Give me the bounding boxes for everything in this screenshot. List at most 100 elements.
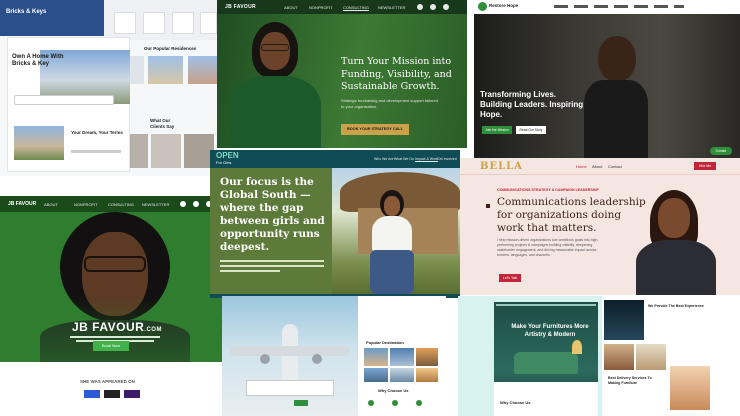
- hero-headline: Communications leadership for organizati…: [497, 196, 646, 234]
- glasses-icon: [261, 44, 289, 51]
- tagline-line: [70, 336, 160, 338]
- portrait-face: [260, 32, 290, 70]
- nav-divider: [460, 174, 740, 175]
- logo-mark[interactable]: [478, 2, 487, 11]
- hero-body: I help mission-driven organizations turn…: [497, 238, 599, 257]
- hero-title: Own A Home With Bricks & Key: [12, 54, 64, 67]
- brand-name: Bricks & Keys: [6, 9, 47, 15]
- dream-title: Your Dream, Your Terms: [71, 130, 123, 135]
- nav-links: [554, 5, 684, 8]
- hero-headline: Make Your Furnitures More Artistry & Mod…: [511, 324, 589, 338]
- body-line: [220, 270, 280, 272]
- tile-real-estate: Bricks & Keys Own A Home With Bricks & K…: [0, 0, 217, 176]
- feature-icon: [416, 400, 422, 406]
- search-button[interactable]: [294, 400, 308, 406]
- nav-nonprofit[interactable]: NONPROFIT: [74, 202, 98, 207]
- listing-card[interactable]: [130, 56, 144, 84]
- card[interactable]: [200, 12, 217, 34]
- nav-impact[interactable]: Impact & Work: [415, 157, 438, 161]
- social-icon[interactable]: [430, 4, 436, 10]
- press-logo: [104, 390, 120, 398]
- body-line: [220, 260, 324, 262]
- brand-name[interactable]: Restore Hope: [489, 3, 518, 8]
- logo[interactable]: BELLA: [480, 161, 523, 172]
- social-icon[interactable]: [180, 201, 186, 207]
- logo[interactable]: JB FAVOUR: [225, 4, 256, 10]
- glasses-icon: [84, 256, 146, 272]
- card[interactable]: [172, 12, 194, 34]
- destination-card[interactable]: [416, 348, 438, 366]
- book-now-button[interactable]: Book Now: [93, 341, 129, 351]
- press-logo: [124, 390, 140, 398]
- why-choose-title: Why Choose Us: [378, 388, 409, 393]
- section-title: Popular Destination: [366, 340, 404, 345]
- search-bar[interactable]: [14, 95, 114, 105]
- hire-me-button[interactable]: Hire Me: [694, 162, 716, 170]
- card[interactable]: [143, 12, 165, 34]
- press-logo: [84, 390, 100, 398]
- join-mission-button[interactable]: Join the Mission: [482, 126, 512, 134]
- nav-home[interactable]: Home: [576, 164, 587, 169]
- nav-newsletter[interactable]: NEWSLETTER: [378, 5, 405, 10]
- nav-about[interactable]: About: [592, 164, 602, 169]
- nav-what-we-do[interactable]: What We Do: [394, 157, 414, 161]
- hero-headline: Transforming Lives. Building Leaders. In…: [480, 90, 584, 119]
- destination-card[interactable]: [364, 368, 388, 382]
- tile-consulting-hero: JB FAVOUR ABOUT NONPROFIT CONSULTING NEW…: [217, 0, 467, 148]
- listing-card[interactable]: [188, 56, 217, 84]
- portrait-figure: [225, 20, 325, 148]
- book-strategy-button[interactable]: BOOK YOUR STRATEGY CALL: [341, 124, 409, 135]
- portrait-suit: [229, 76, 321, 148]
- site-title-suffix: .COM: [144, 327, 162, 333]
- destination-card[interactable]: [416, 368, 438, 382]
- tile-personal-brand: JB FAVOUR ABOUT NONPROFIT CONSULTING NEW…: [0, 196, 222, 416]
- side-image: [636, 344, 666, 370]
- destination-card[interactable]: [390, 348, 414, 366]
- side-title: We Provide The Best Experience: [648, 304, 704, 308]
- logo-sub[interactable]: For Girls: [216, 160, 231, 165]
- nav-contact[interactable]: Contact: [608, 164, 622, 169]
- social-icon[interactable]: [417, 4, 423, 10]
- logo-main[interactable]: OPEN: [216, 151, 239, 160]
- client-photo: [151, 134, 181, 168]
- site-title: JB FAVOUR.COM: [72, 320, 162, 334]
- social-icon[interactable]: [443, 4, 449, 10]
- nav-about[interactable]: ABOUT: [284, 5, 298, 10]
- nav-about[interactable]: ABOUT: [44, 202, 58, 207]
- nav-get-involved[interactable]: Get Involved: [437, 157, 457, 161]
- featured-strip: [0, 362, 222, 416]
- airplane-engine: [312, 354, 322, 364]
- side-image: [670, 366, 710, 410]
- hero-headline: Our focus is the Global South — where th…: [220, 176, 325, 253]
- lets-talk-button[interactable]: Let's Talk: [499, 274, 521, 282]
- clients-title: What Our Clients Say: [150, 118, 175, 129]
- logo[interactable]: JB FAVOUR: [8, 201, 36, 207]
- card[interactable]: [114, 12, 136, 34]
- feature-icon: [392, 400, 398, 406]
- portrait-figure: [630, 186, 720, 295]
- nav-newsletter[interactable]: NEWSLETTER: [142, 202, 169, 207]
- nav-who-we-are[interactable]: Who We Are: [374, 157, 394, 161]
- nav-consulting[interactable]: CONSULTING: [108, 202, 134, 207]
- quote-mark-icon: [486, 204, 490, 208]
- girl-jeans: [370, 250, 414, 294]
- nav-consulting[interactable]: CONSULTING: [343, 5, 369, 10]
- person-body: [584, 80, 648, 158]
- social-icon[interactable]: [193, 201, 199, 207]
- listing-card[interactable]: [148, 56, 183, 84]
- search-box[interactable]: [246, 380, 334, 396]
- destination-card[interactable]: [390, 368, 414, 382]
- feature-icon: [368, 400, 374, 406]
- content-panel: [494, 382, 598, 416]
- sofa-icon: [514, 352, 578, 374]
- body-line: [220, 265, 324, 267]
- tile-travel: Popular Destination Why Choose Us: [222, 296, 446, 416]
- donate-button[interactable]: Donate: [710, 147, 732, 155]
- nav-nonprofit[interactable]: NONPROFIT: [309, 5, 333, 10]
- destination-card[interactable]: [364, 348, 388, 366]
- read-story-button[interactable]: Read Our Story: [516, 126, 546, 134]
- hero-subtext: Strategic fundraising and development su…: [341, 98, 438, 109]
- hero-panel: [0, 0, 104, 36]
- portrait-face: [658, 198, 690, 238]
- eyebrow-text: COMMUNICATIONS STRATEGY & CAMPAIGN LEADE…: [497, 188, 599, 192]
